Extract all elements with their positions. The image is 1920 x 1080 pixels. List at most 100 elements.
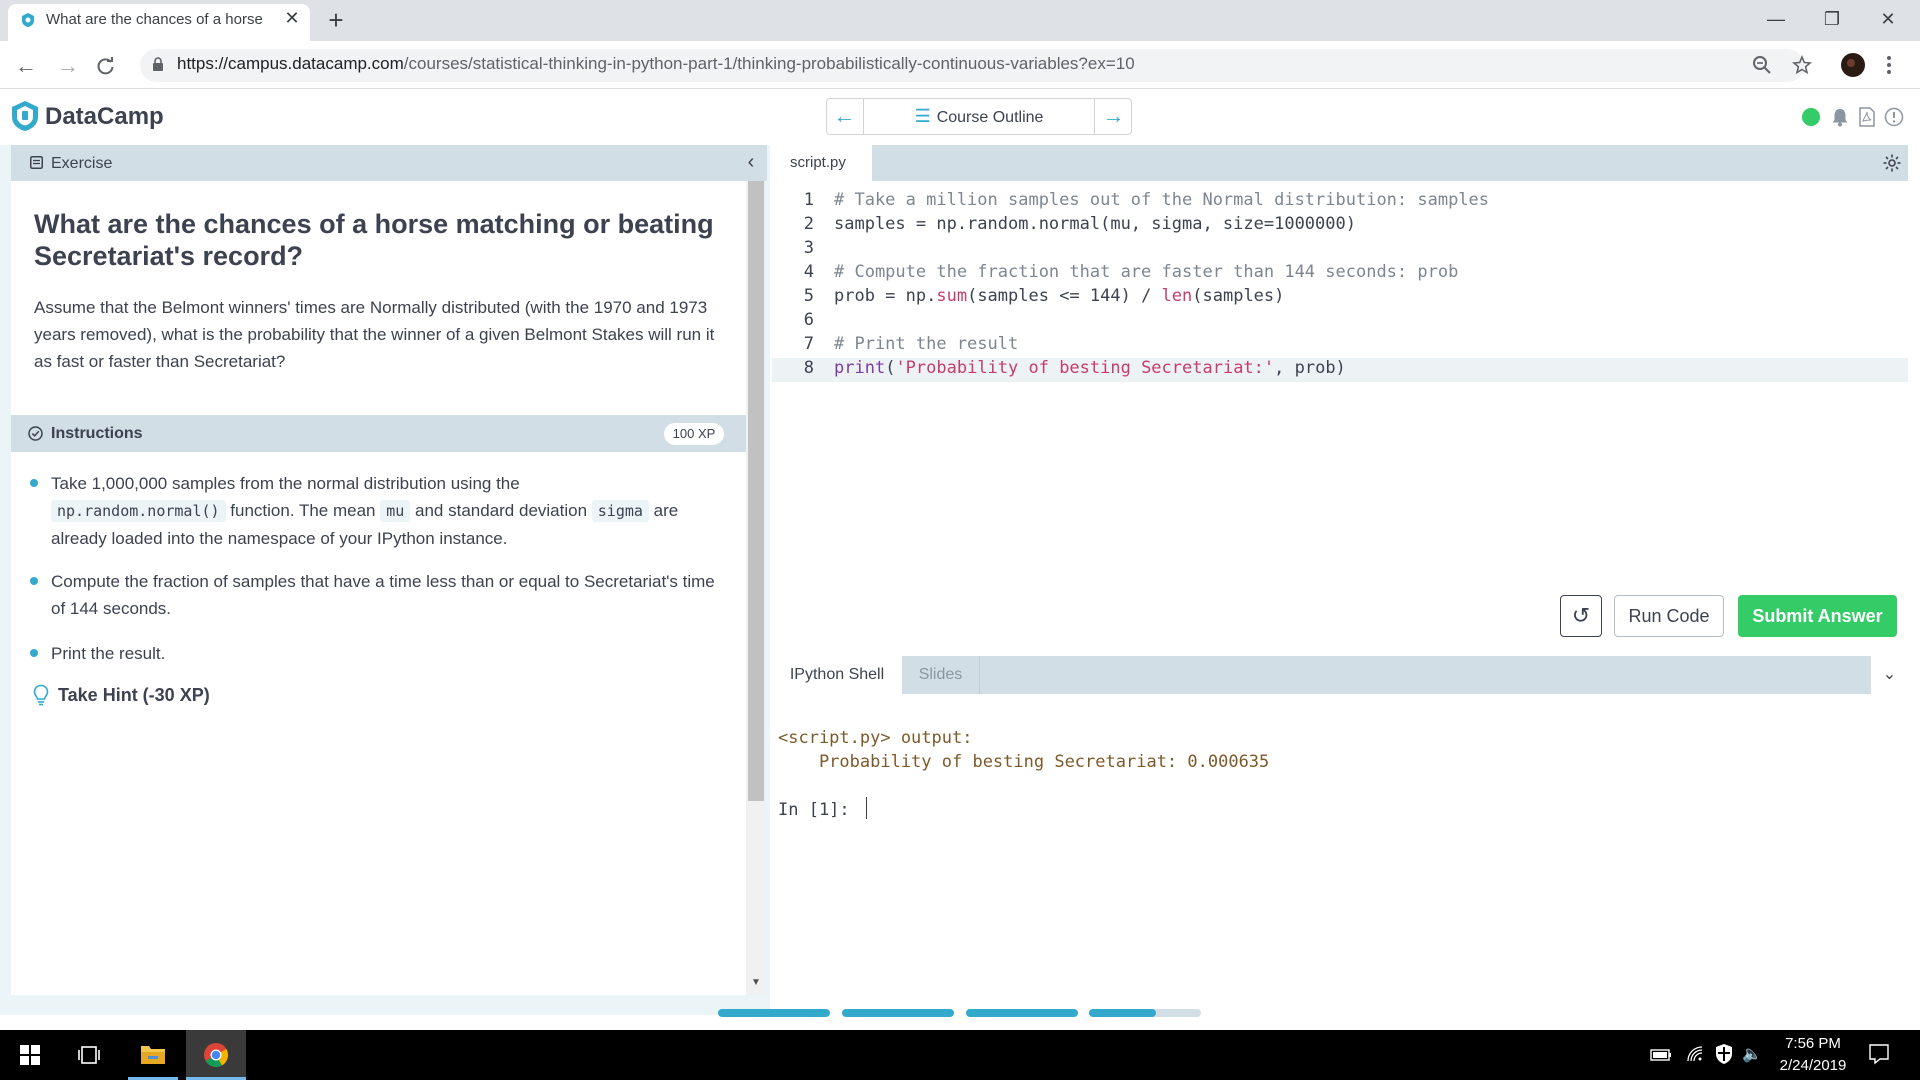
code-token: print [834,358,886,378]
code-token: sum [936,286,968,306]
bullet-dot [30,479,38,487]
pdf-slides-icon[interactable] [1858,107,1876,127]
new-tab-button[interactable]: + [322,6,350,34]
inline-code: sigma [591,500,649,522]
code-token: (samples) [1192,286,1285,306]
console-prompt: In [1]: [778,800,850,820]
bookmark-star-icon[interactable] [1792,55,1812,75]
task-view-icon[interactable] [78,1044,100,1066]
code-token: prob = np. [834,286,937,306]
notification-bell-icon[interactable] [1830,107,1850,127]
wifi-icon[interactable] [1686,1045,1704,1063]
file-explorer-icon[interactable] [140,1043,166,1065]
reset-code-icon[interactable]: ↺ [1560,595,1602,637]
windows-taskbar [0,1030,1920,1080]
line-number: 5 [803,286,814,306]
scroll-down-arrow-icon[interactable]: ▼ [746,975,766,991]
text-cursor [866,797,867,819]
tab-script-py[interactable]: script.py [772,145,872,181]
code-line: prob = np.sum(samples <= 144) / len(samp… [834,286,1284,306]
chrome-icon [204,1043,229,1068]
code-line: # Compute the fraction that are faster t… [834,262,1459,282]
line-number: 4 [803,262,814,282]
code-line: samples = np.random.normal(mu, sigma, si… [834,214,1356,234]
instructions-section-label: Instructions [51,425,143,442]
instruction-item: Take 1,000,000 samples from the normal d… [51,470,731,552]
console-output-header: <script.py> output: [778,728,973,748]
datacamp-favicon-icon [22,13,34,27]
url-text: https://campus.datacamp.com/courses/stat… [177,54,1135,74]
code-line: # Take a million samples out of the Norm… [834,190,1490,210]
code-token: 'Probability of besting Secretariat:' [895,358,1275,378]
code-token: , prob) [1274,358,1346,378]
profile-avatar[interactable] [1840,52,1866,78]
line-number: 8 [803,358,814,378]
instruction-item: Print the result. [51,644,166,663]
collapse-panel-chevron-icon[interactable]: ‹ [735,145,767,181]
tab-slides[interactable]: Slides [902,656,980,694]
next-exercise-arrow-icon[interactable]: → [1094,98,1132,135]
datacamp-logo-icon[interactable] [10,100,40,132]
code-token: len [1161,286,1193,306]
bullet-dot [30,649,38,657]
volume-icon[interactable]: 🔈 [1742,1044,1762,1064]
code-line: print('Probability of besting Secretaria… [834,358,1346,378]
code-editor[interactable] [772,181,1908,651]
action-center-icon[interactable] [1868,1043,1890,1065]
code-token: ( [885,358,896,378]
minimize-button[interactable]: — [1748,0,1804,38]
feedback-alert-icon[interactable] [1884,107,1904,127]
check-circle-icon [28,426,43,441]
instruction-text: and standard deviation [410,501,592,520]
back-button[interactable]: ← [12,52,40,80]
collapse-console-chevron-icon[interactable]: ⌄ [1871,656,1908,694]
exercise-title: What are the chances of a horse matching… [34,209,714,271]
course-outline-label: Course Outline [936,109,1044,126]
restore-button[interactable]: ❐ [1804,0,1860,38]
progress-segment [966,1009,1078,1017]
previous-exercise-arrow-icon[interactable]: ← [826,98,864,135]
lightbulb-icon[interactable] [33,684,49,706]
reload-icon[interactable] [96,56,116,76]
progress-segment [718,1009,830,1017]
zoom-icon[interactable] [1752,55,1772,75]
progress-segment-fill [1089,1009,1157,1017]
editor-tabbar [772,145,1908,181]
forward-button[interactable]: → [54,52,82,80]
line-number: 2 [803,214,814,234]
take-hint-button[interactable]: Take Hint (-30 XP) [58,685,210,706]
url-host: https://campus.datacamp.com [177,54,404,73]
bullet-dot [30,577,38,585]
battery-icon[interactable] [1650,1048,1672,1062]
progress-segment [842,1009,954,1017]
line-number: 6 [803,310,814,330]
run-code-button[interactable]: Run Code [1614,595,1724,637]
instruction-text: function. The mean [225,501,381,520]
instruction-item: Compute the fraction of samples that hav… [51,572,715,618]
clock-time[interactable]: 7:56 PM [1770,1035,1856,1052]
windows-start-icon[interactable] [20,1045,40,1065]
line-number: 1 [803,190,814,210]
lock-icon [153,57,163,71]
tab-close-icon[interactable]: ✕ [282,8,302,28]
tab-ipython-shell[interactable]: IPython Shell [772,656,902,694]
left-scrollbar-thumb[interactable] [748,181,764,801]
browser-menu-icon[interactable] [1886,55,1892,75]
url-path: /courses/statistical-thinking-in-python-… [403,54,1135,73]
code-line: # Print the result [834,334,1019,354]
course-outline-button[interactable]: ☰ Course Outline [864,98,1094,135]
tab-title: What are the chances of a horse [46,11,263,28]
status-indicator [1802,108,1820,126]
submit-answer-button[interactable]: Submit Answer [1738,595,1897,637]
clock-date[interactable]: 2/24/2019 [1770,1057,1856,1074]
close-window-button[interactable]: ✕ [1860,0,1916,38]
exercise-section-label: Exercise [51,155,113,172]
editor-settings-gear-icon[interactable] [1882,153,1902,173]
inline-code: np.random.normal() [51,500,226,522]
exercise-icon [30,156,43,169]
security-shield-icon[interactable] [1715,1043,1733,1065]
instruction-text: Take 1,000,000 samples from the normal d… [51,474,520,493]
brand-name[interactable]: DataCamp [45,103,164,131]
exercise-header [11,145,746,181]
line-number: 7 [803,334,814,354]
